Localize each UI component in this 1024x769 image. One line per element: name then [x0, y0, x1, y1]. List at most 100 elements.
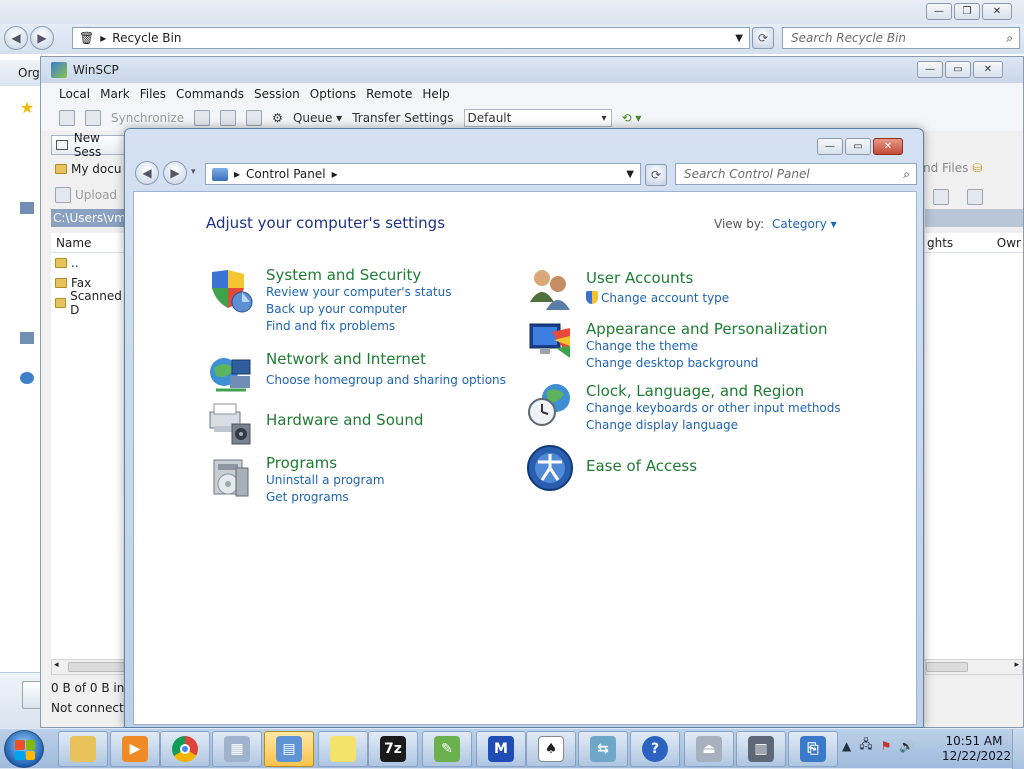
- menu-remote[interactable]: Remote: [366, 87, 412, 101]
- back-icon[interactable]: ◀: [135, 161, 159, 185]
- upload-button[interactable]: Upload: [51, 185, 131, 205]
- change-account-type-link[interactable]: Change account type: [586, 290, 729, 307]
- column-header-rights[interactable]: ghts: [927, 236, 953, 250]
- sync-browse-icon[interactable]: [85, 110, 101, 126]
- display-language-link[interactable]: Change display language: [586, 417, 841, 434]
- console-icon[interactable]: [194, 110, 211, 126]
- network-tray-icon[interactable]: 🖧: [859, 735, 872, 756]
- find-fix-link[interactable]: Find and fix problems: [266, 318, 452, 335]
- user-accounts-icon[interactable]: [526, 266, 574, 314]
- remote-files-button[interactable]: nd Files ⛁: [923, 161, 982, 175]
- taskbar-malwarebytes[interactable]: M: [476, 731, 526, 767]
- view-by-dropdown[interactable]: Category ▾: [772, 217, 837, 231]
- menu-session[interactable]: Session: [254, 87, 300, 101]
- scrollbar-thumb[interactable]: [926, 662, 968, 672]
- maximize-button[interactable]: ▭: [845, 138, 871, 155]
- taskbar-file-copy[interactable]: ⇆: [578, 731, 628, 767]
- clock-language-icon[interactable]: [526, 380, 574, 428]
- taskbar-help[interactable]: ?: [630, 731, 680, 767]
- organize-button[interactable]: Orga: [0, 60, 47, 86]
- ease-of-access-link[interactable]: Ease of Access: [586, 457, 697, 475]
- recent-pages-icon[interactable]: ▾: [191, 167, 196, 177]
- programs-icon[interactable]: [206, 454, 254, 502]
- taskbar-7zip[interactable]: 7z: [368, 731, 418, 767]
- taskbar-chrome[interactable]: [160, 731, 210, 767]
- menu-help[interactable]: Help: [422, 87, 449, 101]
- back-icon[interactable]: ◀: [4, 26, 28, 50]
- gear-icon[interactable]: ⚙: [272, 111, 283, 125]
- appearance-link[interactable]: Appearance and Personalization: [586, 320, 828, 338]
- desktop-background-link[interactable]: Change desktop background: [586, 355, 828, 372]
- get-programs-link[interactable]: Get programs: [266, 489, 385, 506]
- taskbar-solitaire[interactable]: ♠: [526, 731, 576, 767]
- change-theme-link[interactable]: Change the theme: [586, 338, 828, 355]
- taskbar-control-panel[interactable]: ▤: [264, 731, 314, 767]
- clock[interactable]: 10:51 AM 12/22/2022: [942, 734, 1011, 764]
- queue-button[interactable]: Queue ▾: [293, 111, 342, 125]
- show-hidden-icons[interactable]: ▲: [842, 739, 851, 753]
- synchronize-button[interactable]: Synchronize: [111, 111, 184, 125]
- taskbar-remote-desktop[interactable]: ⎘: [788, 731, 838, 767]
- uninstall-link[interactable]: Uninstall a program: [266, 472, 385, 489]
- homegroup-link[interactable]: Choose homegroup and sharing options: [266, 372, 506, 389]
- sync-icon[interactable]: ⟲ ▾: [622, 111, 642, 125]
- volume-icon[interactable]: 🔊: [899, 739, 914, 753]
- user-accounts-link[interactable]: User Accounts: [586, 269, 729, 287]
- menu-commands[interactable]: Commands: [176, 87, 244, 101]
- menu-mark[interactable]: Mark: [100, 87, 130, 101]
- search-input[interactable]: Search Control Panel ⌕: [675, 163, 917, 185]
- forward-icon[interactable]: ▶: [30, 26, 54, 50]
- clock-language-link[interactable]: Clock, Language, and Region: [586, 382, 841, 400]
- change-keyboards-link[interactable]: Change keyboards or other input methods: [586, 400, 841, 417]
- taskbar-inkwell[interactable]: ⏏: [684, 731, 734, 767]
- computer-icon[interactable]: [20, 332, 34, 344]
- review-status-link[interactable]: Review your computer's status: [266, 284, 452, 301]
- search-input[interactable]: Search Recycle Bin ⌕: [782, 27, 1020, 49]
- address-bar[interactable]: ▸ Control Panel ▸ ▼: [205, 163, 641, 185]
- compare-icon[interactable]: [59, 110, 75, 126]
- putty-icon[interactable]: [220, 110, 237, 126]
- start-button[interactable]: [4, 730, 44, 768]
- taskbar-server-manager[interactable]: ▥: [736, 731, 786, 767]
- taskbar-calculator[interactable]: ▦: [212, 731, 262, 767]
- appearance-icon[interactable]: [526, 318, 574, 366]
- close-button[interactable]: ✕: [982, 3, 1012, 20]
- scroll-left-icon[interactable]: ◂: [54, 660, 59, 670]
- bookmark-dropdown[interactable]: My docu: [51, 159, 131, 179]
- minimize-button[interactable]: —: [917, 61, 943, 78]
- local-path[interactable]: C:\Users\vm1: [51, 209, 129, 227]
- restore-button[interactable]: ❐: [954, 3, 980, 20]
- show-desktop-button[interactable]: [1012, 729, 1024, 769]
- refresh-icon[interactable]: ⟳: [752, 27, 774, 49]
- preferences-icon[interactable]: [246, 110, 263, 126]
- address-bar[interactable]: 🗑 ▸ Recycle Bin ▼: [72, 27, 750, 49]
- delete-icon[interactable]: [933, 189, 949, 205]
- dropdown-icon[interactable]: ▼: [735, 33, 743, 44]
- close-button[interactable]: ✕: [973, 61, 1003, 78]
- column-header-name[interactable]: Name: [51, 233, 129, 253]
- refresh-icon[interactable]: ⟳: [645, 164, 667, 186]
- taskbar-media-player[interactable]: ▶: [110, 731, 160, 767]
- local-scrollbar[interactable]: ◂: [51, 659, 129, 675]
- system-security-icon[interactable]: [206, 266, 254, 314]
- dropdown-icon[interactable]: ▼: [626, 169, 634, 180]
- forward-icon[interactable]: ▶: [163, 161, 187, 185]
- libraries-icon[interactable]: [20, 202, 34, 214]
- hardware-sound-icon[interactable]: [206, 398, 254, 446]
- maximize-button[interactable]: ▭: [945, 61, 971, 78]
- network-icon[interactable]: [20, 372, 34, 384]
- action-center-icon[interactable]: ⚑: [881, 739, 892, 753]
- list-item[interactable]: Scanned D: [51, 289, 129, 317]
- taskbar-explorer[interactable]: [58, 731, 108, 767]
- minimize-button[interactable]: —: [817, 138, 843, 155]
- menu-files[interactable]: Files: [140, 87, 166, 101]
- network-internet-link[interactable]: Network and Internet: [266, 350, 506, 368]
- properties-icon[interactable]: [967, 189, 983, 205]
- transfer-settings-select[interactable]: Default: [463, 109, 612, 127]
- column-header-owner[interactable]: Owr: [997, 236, 1021, 250]
- system-security-link[interactable]: System and Security: [266, 266, 452, 284]
- hardware-sound-link[interactable]: Hardware and Sound: [266, 411, 423, 429]
- breadcrumb-arrow-icon[interactable]: ▸: [332, 167, 338, 181]
- taskbar-notepad-plus[interactable]: ✎: [422, 731, 472, 767]
- list-item[interactable]: ..: [51, 253, 129, 273]
